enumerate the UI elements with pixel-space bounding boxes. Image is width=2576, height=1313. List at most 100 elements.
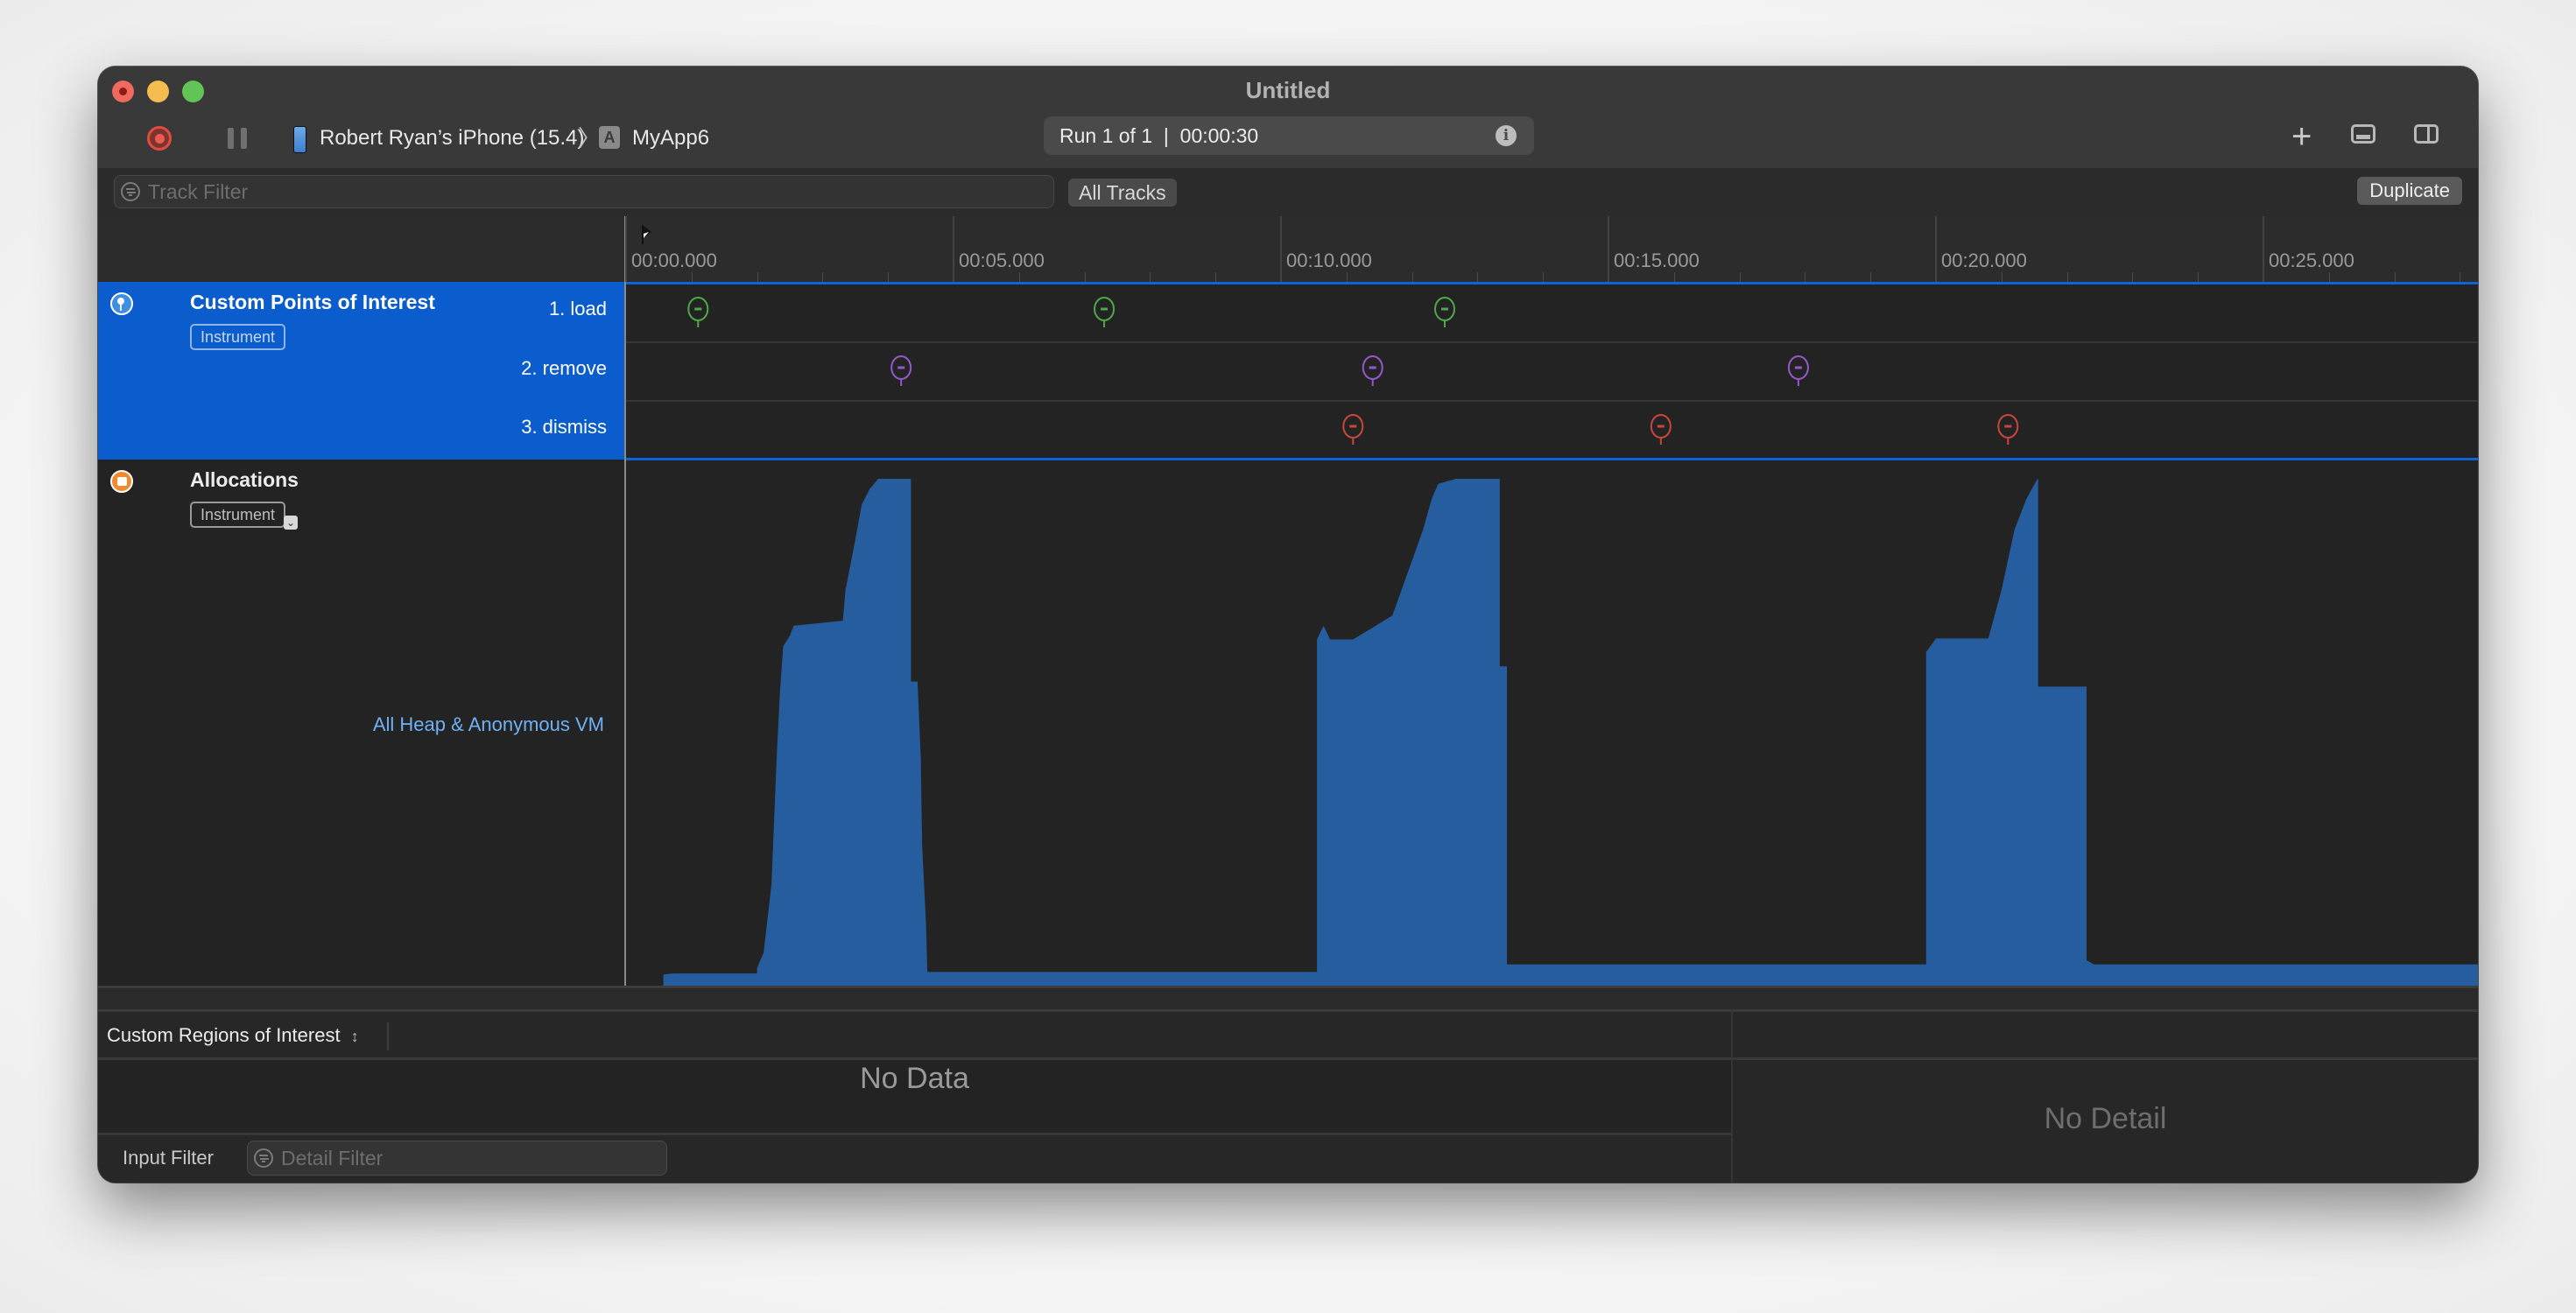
detail-filter-bar: Input Filter <box>98 1133 1731 1183</box>
ruler-minor-tick <box>822 272 824 282</box>
allocations-box-icon <box>110 470 133 493</box>
no-data-text: No Data <box>860 1062 969 1095</box>
chevron-down-icon[interactable]: ⌄ <box>284 516 298 530</box>
ruler-spacer <box>98 216 626 282</box>
all-tracks-button[interactable]: All Tracks <box>1068 179 1177 207</box>
detail-header-bar: Custom Regions of Interest ↕ <box>98 1009 2478 1060</box>
track-filter-input[interactable] <box>148 176 1046 207</box>
filter-icon <box>121 182 140 201</box>
timeline-graph-area[interactable] <box>626 282 2478 986</box>
detail-filter-input[interactable] <box>281 1141 659 1175</box>
ruler-minor-tick <box>1018 272 1020 282</box>
detail-filter-field[interactable] <box>247 1141 667 1176</box>
add-instrument-button[interactable]: + <box>2291 117 2312 156</box>
updown-chevron-icon: ↕ <box>350 1028 359 1045</box>
ruler-minor-tick <box>2328 272 2330 282</box>
allocations-graph <box>626 460 2478 986</box>
app-store-icon: A <box>599 126 620 149</box>
ruler-minor-tick <box>1150 272 1151 282</box>
ruler-minor-tick <box>1346 272 1348 282</box>
poi-marker[interactable] <box>1650 414 1672 445</box>
poi-marker[interactable] <box>1342 414 1364 445</box>
separator <box>387 1022 389 1050</box>
pause-button[interactable] <box>228 128 247 149</box>
poi-marker[interactable] <box>1787 355 1809 386</box>
series-label[interactable]: All Heap & Anonymous VM <box>373 713 604 736</box>
poi-marker[interactable] <box>687 297 709 327</box>
iphone-icon <box>293 126 306 153</box>
ruler-tick-label: 00:05.000 <box>959 249 1045 271</box>
target-app-selector[interactable]: MyApp6 <box>632 123 709 153</box>
poi-marker[interactable] <box>1362 355 1383 386</box>
pause-icon-bar <box>228 128 234 149</box>
duplicate-button[interactable]: Duplicate <box>2357 177 2462 205</box>
ruler-major-tick <box>953 216 954 282</box>
no-detail-text: No Detail <box>2044 1102 2167 1135</box>
ruler-tick-label: 00:20.000 <box>1941 249 2027 271</box>
ruler-major-tick <box>2263 216 2264 282</box>
timeline-scroll-strip[interactable] <box>98 986 2478 1009</box>
ruler-minor-tick <box>1673 272 1675 282</box>
track-header-allocations[interactable]: Allocations Instrument ⌄ All Heap & Anon… <box>98 460 624 986</box>
ruler-major-tick <box>1608 216 1609 282</box>
ruler-minor-tick <box>1411 272 1413 282</box>
ruler-major-tick <box>1280 216 1282 282</box>
ruler-tick-label: 00:00.000 <box>631 249 717 271</box>
poi-marker[interactable] <box>1434 297 1455 327</box>
poi-marker[interactable] <box>1997 414 2019 445</box>
poi-markers <box>687 297 2019 445</box>
instrument-badge: Instrument <box>190 324 286 350</box>
ruler-major-tick <box>1935 216 1937 282</box>
ruler-tick-label: 00:25.000 <box>2269 249 2354 271</box>
poi-row-label: 2. remove <box>521 357 607 379</box>
allocations-area-series <box>626 479 2478 986</box>
instruments-window: Untitled Robert Ryan’s iPhone (15.4) 〉 A… <box>98 67 2478 1183</box>
poi-row-label: 1. load <box>548 298 607 319</box>
ruler-minor-tick <box>1215 272 1217 282</box>
inspection-head-flag-icon[interactable] <box>641 225 655 244</box>
ruler-minor-tick <box>1084 272 1086 282</box>
window-title: Untitled <box>1245 77 1331 103</box>
ruler-minor-tick <box>1477 272 1479 282</box>
track-name: Custom Points of Interest <box>190 291 435 313</box>
ruler-minor-tick <box>1543 272 1545 282</box>
track-filter-field[interactable] <box>114 175 1054 208</box>
ruler-major-tick <box>625 216 627 282</box>
timeline-ruler[interactable]: 00:00.000 00:05.000 00:10.000 00:15.000 00:2… <box>98 216 2478 282</box>
run-status-text: Run 1 of 1 | 00:00:30 <box>1059 124 1259 147</box>
device-selector[interactable]: Robert Ryan’s iPhone (15.4) <box>320 123 584 153</box>
ruler-minor-tick <box>691 272 693 282</box>
track-filter-bar: All Tracks Duplicate <box>98 168 2478 218</box>
input-filter-label[interactable]: Input Filter <box>123 1135 214 1181</box>
poi-marker[interactable] <box>890 355 912 386</box>
toggle-inspector-icon[interactable] <box>2414 124 2439 144</box>
ruler-minor-tick <box>2066 272 2068 282</box>
info-icon[interactable]: i <box>1496 125 1517 146</box>
ruler-minor-tick <box>1739 272 1741 282</box>
ruler-minor-tick <box>2394 272 2396 282</box>
detail-view-label: Custom Regions of Interest <box>107 1024 341 1046</box>
ruler-tick-label: 00:15.000 <box>1614 249 1700 271</box>
poi-marker[interactable] <box>1094 297 1116 327</box>
toggle-detail-area-icon[interactable] <box>2351 124 2375 144</box>
ruler-minor-tick <box>2198 272 2199 282</box>
record-button[interactable] <box>147 126 172 151</box>
poi-row-label: 3. dismiss <box>521 416 607 438</box>
instrument-badge: Instrument <box>190 502 286 528</box>
ruler-minor-tick <box>757 272 758 282</box>
breadcrumb-chevron-icon: 〉 <box>578 125 602 151</box>
toolbar: Untitled Robert Ryan’s iPhone (15.4) 〉 A… <box>98 67 2478 170</box>
run-status-pill[interactable]: Run 1 of 1 | 00:00:30 i <box>1044 116 1534 155</box>
detail-view-selector[interactable]: Custom Regions of Interest ↕ <box>107 1012 359 1060</box>
ruler-minor-tick <box>2132 272 2134 282</box>
ruler-tick-label: 00:10.000 <box>1286 249 1372 271</box>
filter-icon <box>254 1148 273 1168</box>
ruler-minor-tick <box>888 272 890 282</box>
pause-icon-bar <box>241 128 247 149</box>
ruler-minor-tick <box>1870 272 1872 282</box>
playhead-line[interactable] <box>624 282 626 1009</box>
pin-icon <box>110 292 133 315</box>
track-name: Allocations <box>190 468 299 491</box>
extended-detail-panel: No Detail <box>1733 1060 2478 1183</box>
track-header-custom-poi[interactable]: Custom Points of Interest Instrument 1. … <box>98 282 624 460</box>
